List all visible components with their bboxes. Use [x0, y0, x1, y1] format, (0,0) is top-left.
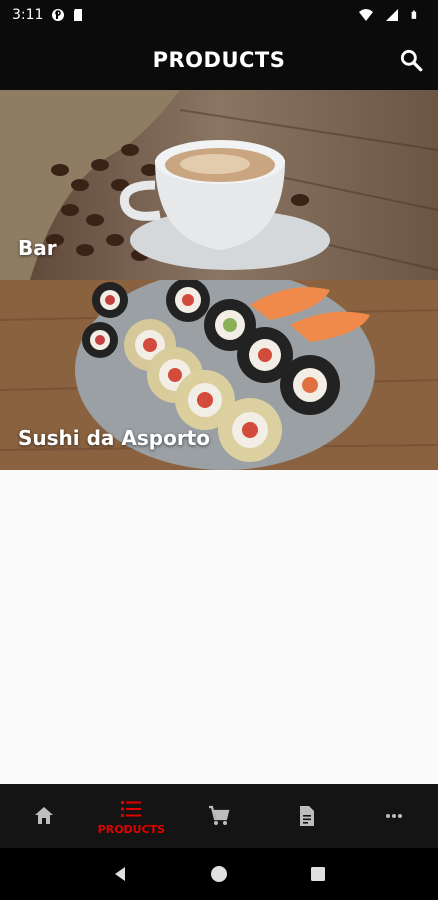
status-time: 3:11: [12, 7, 44, 23]
nav-home[interactable]: [0, 784, 88, 848]
battery-icon: [411, 10, 417, 19]
category-label: Bar: [18, 236, 57, 260]
signal-icon: [386, 9, 398, 21]
page-title: PRODUCTS: [152, 48, 286, 72]
nav-more[interactable]: [350, 784, 438, 848]
home-circle-icon[interactable]: [209, 864, 229, 884]
nav-products[interactable]: PRODUCTS: [88, 784, 176, 848]
nav-cart[interactable]: [175, 784, 263, 848]
system-navigation-bar: [0, 848, 438, 900]
category-label: Sushi da Asporto: [18, 426, 210, 450]
sd-card-icon: [74, 9, 83, 21]
nav-products-label: PRODUCTS: [97, 822, 166, 836]
wifi-icon: [359, 9, 373, 21]
more-icon: [386, 814, 403, 818]
recents-icon[interactable]: [308, 864, 328, 884]
bottom-navigation: PRODUCTS: [0, 784, 438, 848]
cart-icon: [208, 805, 230, 825]
list-icon: [121, 800, 142, 817]
coffee-image: [0, 90, 438, 280]
search-icon[interactable]: [398, 47, 424, 73]
data-saver-icon: [52, 9, 65, 21]
category-card-bar[interactable]: Bar: [0, 90, 438, 280]
home-icon: [34, 807, 53, 824]
category-card-sushi[interactable]: Sushi da Asporto: [0, 280, 438, 470]
document-icon: [299, 806, 314, 826]
app-bar: PRODUCTS: [0, 30, 438, 90]
back-icon[interactable]: [110, 864, 130, 884]
status-bar: 3:11: [0, 0, 438, 30]
nav-orders[interactable]: [263, 784, 351, 848]
